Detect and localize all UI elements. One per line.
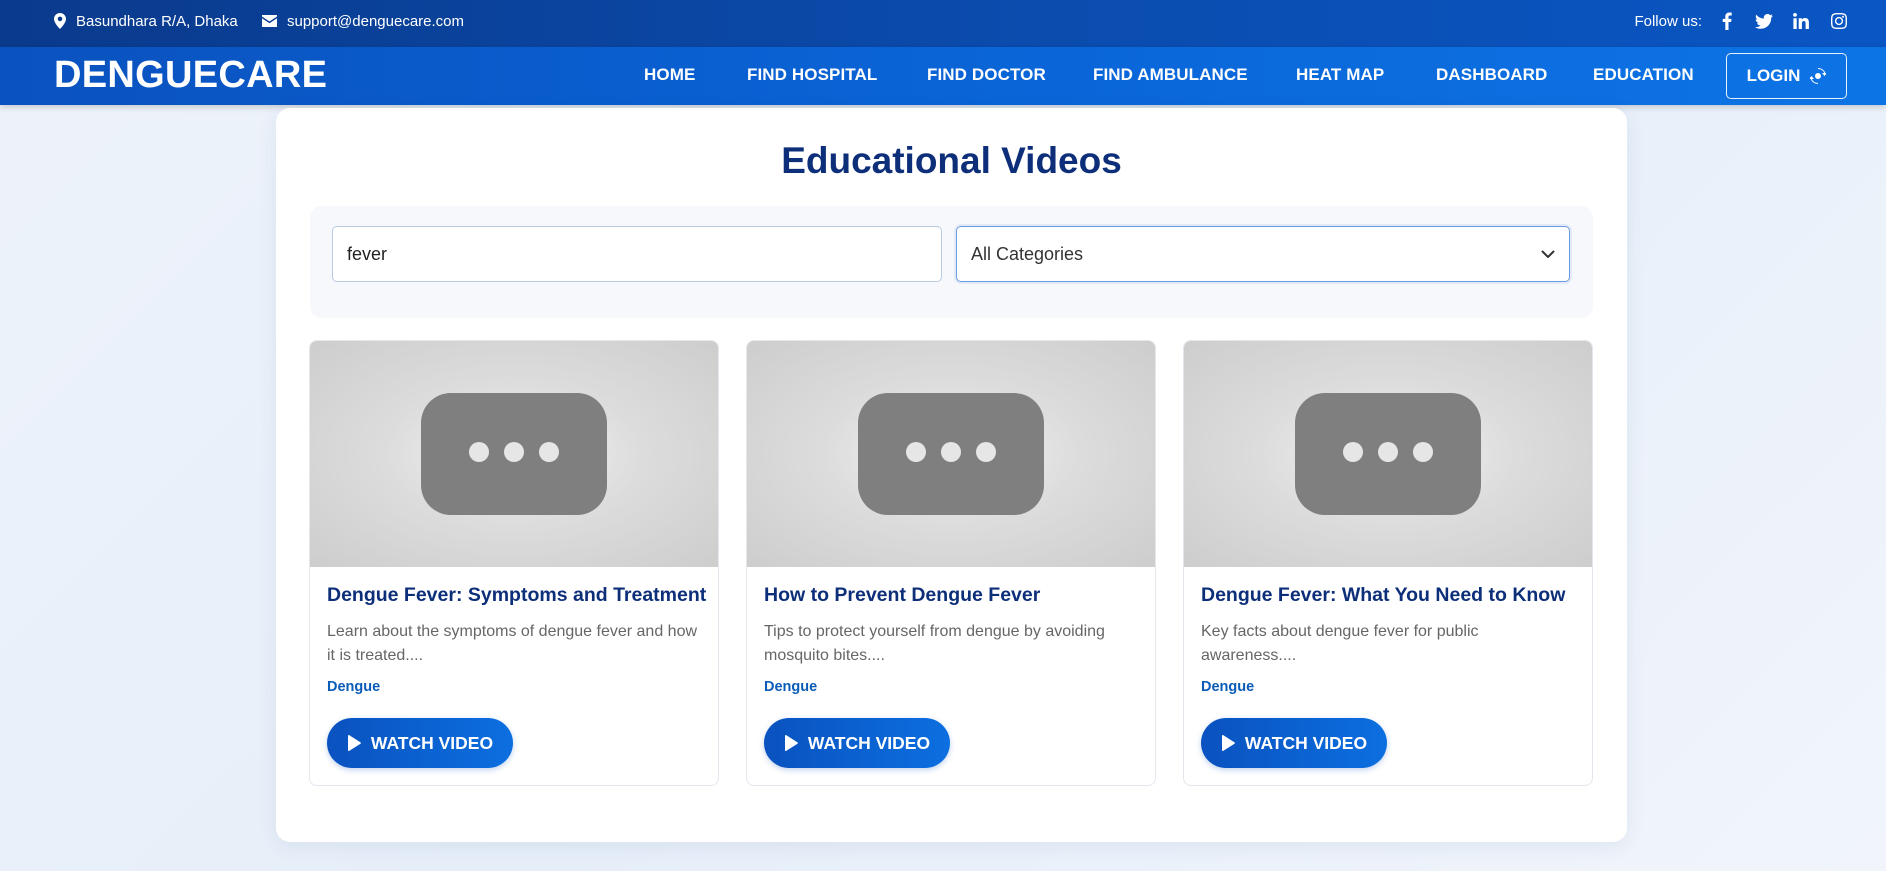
video-category-tag: Dengue xyxy=(327,679,381,695)
video-title[interactable]: Dengue Fever: What You Need to Know xyxy=(1201,584,1582,607)
watch-video-label: WATCH VIDEO xyxy=(1244,732,1368,753)
category-select[interactable]: All Categories xyxy=(956,226,1570,282)
nav-find-hospital[interactable]: FIND HOSPITAL xyxy=(747,65,877,85)
facebook-icon[interactable] xyxy=(1716,10,1738,32)
instagram-icon[interactable] xyxy=(1828,10,1850,32)
nav-home[interactable]: HOME xyxy=(644,65,695,85)
play-icon xyxy=(1221,735,1235,751)
play-icon xyxy=(347,735,361,751)
watch-video-label: WATCH VIDEO xyxy=(807,732,931,753)
follow-us-label: Follow us: xyxy=(1634,12,1702,30)
map-pin-icon xyxy=(54,13,66,29)
nav-dashboard[interactable]: DASHBOARD xyxy=(1436,65,1547,85)
video-loading-placeholder-icon xyxy=(421,393,607,515)
main-navbar: DENGUECARE HOME FIND HOSPITAL FIND DOCTO… xyxy=(0,47,1886,105)
videos-panel: Educational Videos fever All Categories … xyxy=(276,108,1627,842)
nav-find-ambulance[interactable]: FIND AMBULANCE xyxy=(1093,65,1248,85)
video-description: Learn about the symptoms of dengue fever… xyxy=(327,623,698,664)
linkedin-icon[interactable] xyxy=(1790,10,1812,32)
location-text: Basundhara R/A, Dhaka xyxy=(76,12,238,30)
email-text[interactable]: support@denguecare.com xyxy=(287,13,464,30)
nav-education[interactable]: EDUCATION xyxy=(1593,65,1694,85)
top-info-bar: Basundhara R/A, Dhaka support@denguecare… xyxy=(0,0,1886,47)
watch-video-button[interactable]: WATCH VIDEO xyxy=(1201,718,1387,768)
video-loading-placeholder-icon xyxy=(1295,393,1481,515)
login-button[interactable]: LOGIN xyxy=(1726,53,1847,99)
watch-video-button[interactable]: WATCH VIDEO xyxy=(327,718,513,768)
watch-video-button[interactable]: WATCH VIDEO xyxy=(764,718,950,768)
twitter-icon[interactable] xyxy=(1753,10,1775,32)
video-loading-placeholder-icon xyxy=(858,393,1044,515)
video-category-tag: Dengue xyxy=(764,679,818,695)
search-input[interactable]: fever xyxy=(332,226,942,282)
filter-panel: fever All Categories xyxy=(310,206,1593,318)
envelope-icon xyxy=(262,15,277,27)
play-icon xyxy=(784,735,798,751)
video-title[interactable]: Dengue Fever: Symptoms and Treatment xyxy=(327,584,708,607)
video-category-tag: Dengue xyxy=(1201,679,1255,695)
video-thumbnail[interactable] xyxy=(747,341,1155,567)
video-thumbnail[interactable] xyxy=(1184,341,1592,567)
page-title: Educational Videos xyxy=(781,140,1122,181)
refresh-icon xyxy=(1810,68,1827,84)
watch-video-label: WATCH VIDEO xyxy=(370,732,494,753)
location-info: Basundhara R/A, Dhaka xyxy=(54,0,238,42)
video-thumbnail[interactable] xyxy=(310,341,718,567)
email-info[interactable]: support@denguecare.com xyxy=(262,0,464,42)
brand-logo[interactable]: DENGUECARE xyxy=(54,54,327,97)
nav-heat-map[interactable]: HEAT MAP xyxy=(1296,65,1384,85)
video-card: Dengue Fever: What You Need to Know Key … xyxy=(1183,340,1593,786)
video-card: Dengue Fever: Symptoms and Treatment Lea… xyxy=(309,340,719,786)
category-selected-value: All Categories xyxy=(971,243,1084,264)
video-title[interactable]: How to Prevent Dengue Fever xyxy=(764,584,1145,607)
video-description: Key facts about dengue fever for public … xyxy=(1201,623,1479,664)
video-description: Tips to protect yourself from dengue by … xyxy=(764,623,1105,664)
login-label: LOGIN xyxy=(1746,66,1801,85)
video-card: How to Prevent Dengue Fever Tips to prot… xyxy=(746,340,1156,786)
chevron-down-icon xyxy=(1541,250,1555,258)
nav-find-doctor[interactable]: FIND DOCTOR xyxy=(927,65,1046,85)
